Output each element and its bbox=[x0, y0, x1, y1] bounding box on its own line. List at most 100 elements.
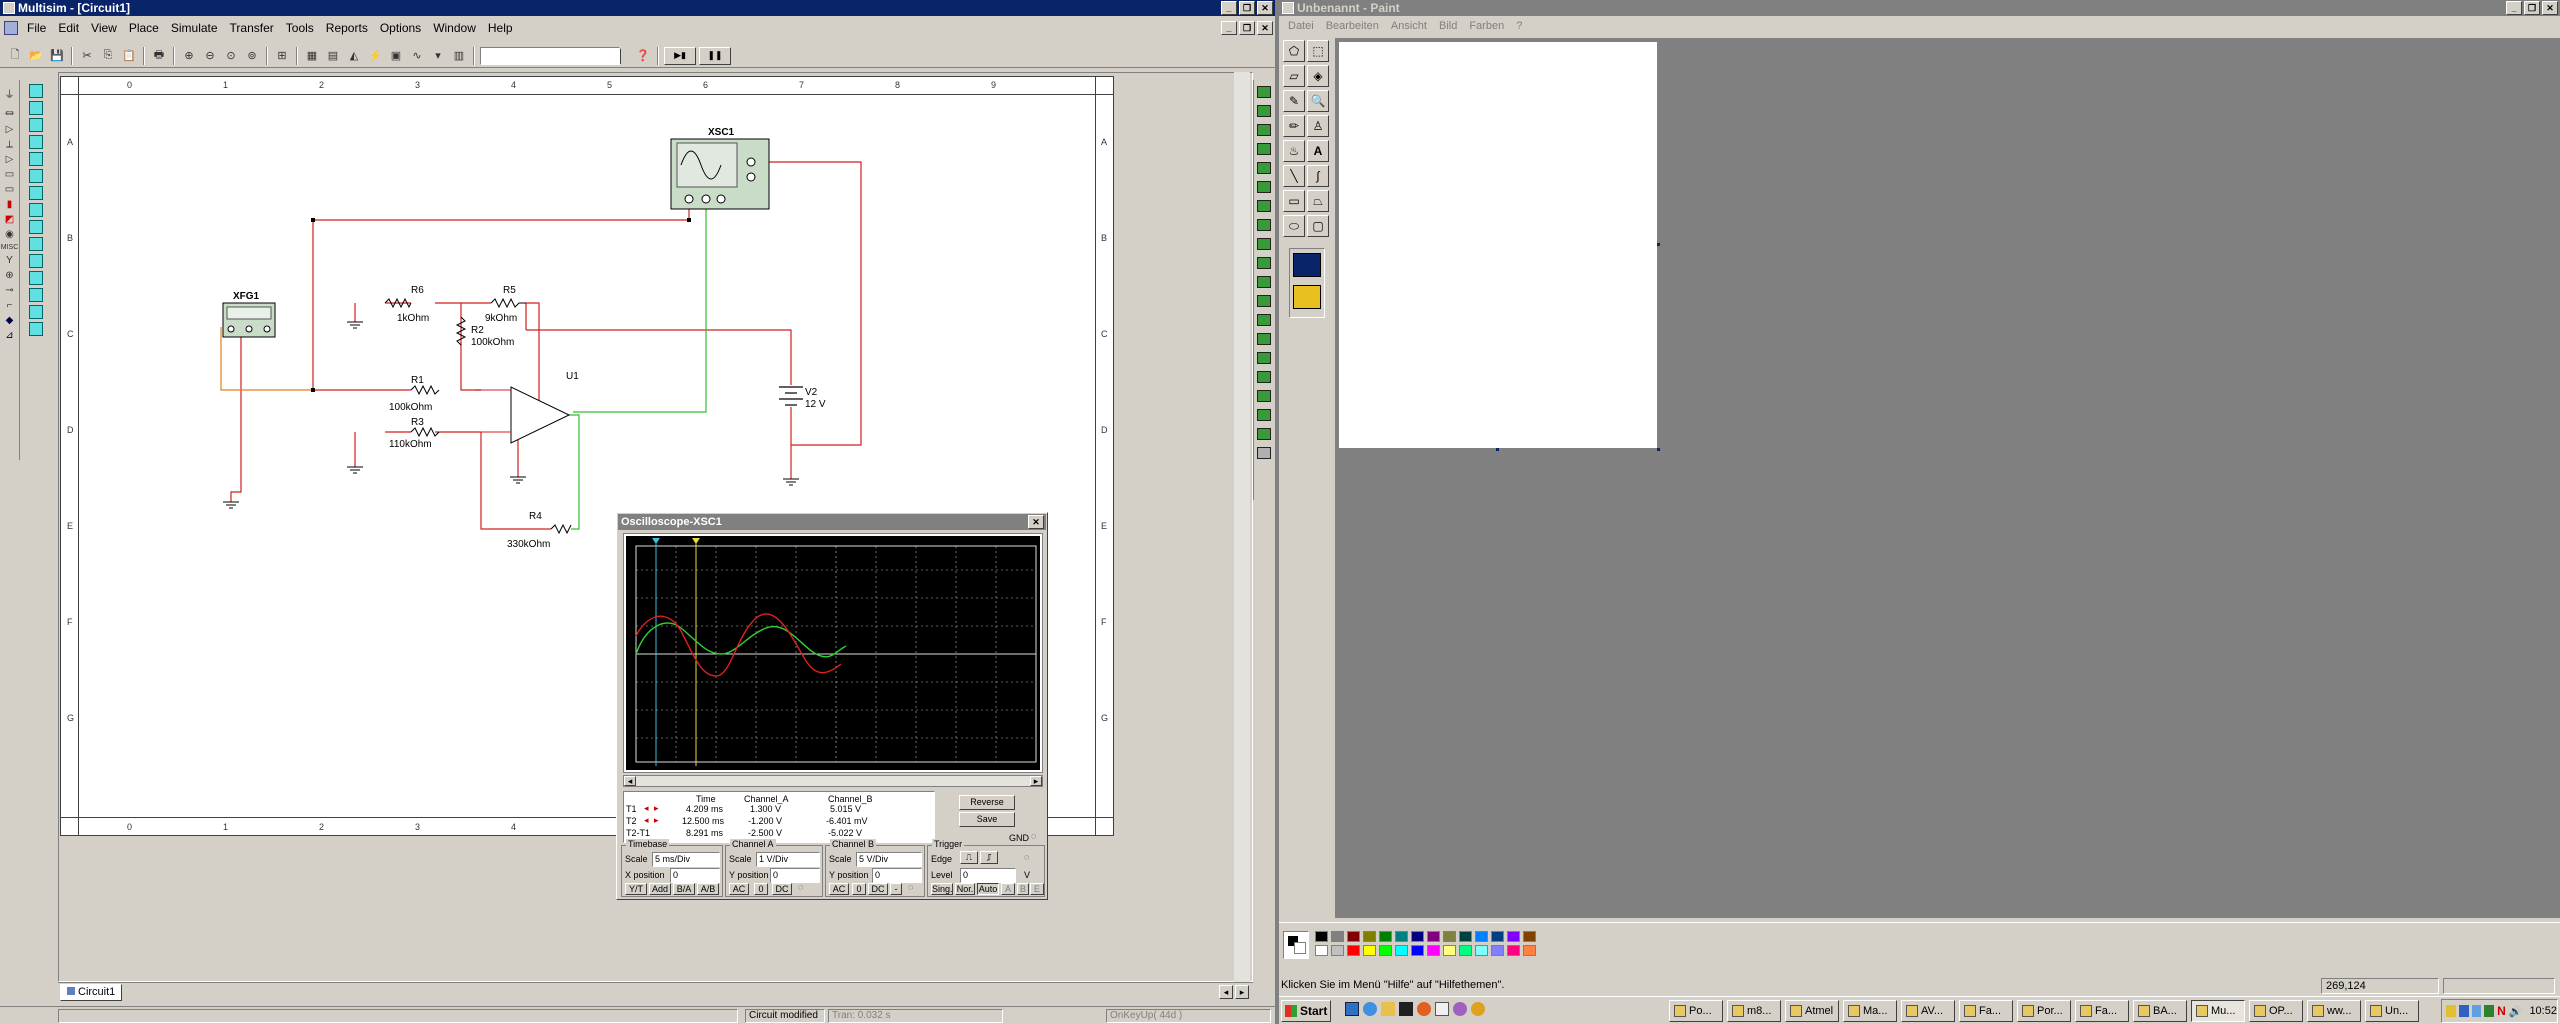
bus-entry-icon[interactable]: ⊿ bbox=[5, 330, 13, 341]
channel-b-ypos-input[interactable]: 0 bbox=[872, 868, 922, 883]
taskbar-button[interactable]: Atmel bbox=[1785, 1000, 1839, 1022]
taskbar-button[interactable]: Por... bbox=[2017, 1000, 2071, 1022]
menu-file[interactable]: File bbox=[22, 19, 51, 37]
palette-swatch[interactable] bbox=[1523, 931, 1536, 942]
text-icon[interactable]: A bbox=[1307, 140, 1329, 162]
wire-icon[interactable]: ◆ bbox=[6, 315, 14, 326]
media-icon[interactable] bbox=[1453, 1002, 1467, 1016]
trigger-auto-button[interactable]: Auto bbox=[977, 883, 999, 895]
close-button[interactable]: ✕ bbox=[1257, 1, 1273, 15]
palette-swatch[interactable] bbox=[1507, 945, 1520, 956]
menu-simulate[interactable]: Simulate bbox=[166, 19, 223, 37]
network-analyzer-icon[interactable] bbox=[29, 305, 43, 319]
save-button[interactable]: Save bbox=[959, 812, 1015, 827]
probe-icon[interactable] bbox=[29, 322, 43, 336]
channel-b-ac-button[interactable]: AC bbox=[829, 883, 849, 895]
canvas-resize-handle-right[interactable] bbox=[1657, 243, 1660, 246]
restore-button[interactable]: ❐ bbox=[1239, 1, 1255, 15]
multisim-titlebar[interactable]: Multisim - [Circuit1] _ ❐ ✕ bbox=[0, 0, 1275, 16]
taskbar-button[interactable]: Po... bbox=[1669, 1000, 1723, 1022]
color-picker-icon[interactable]: ✎ bbox=[1283, 90, 1305, 112]
tray-sound-icon[interactable]: 🔊 bbox=[2509, 1005, 2523, 1018]
zoom-in-icon[interactable]: ⊕ bbox=[180, 47, 198, 65]
palette-swatch[interactable] bbox=[1395, 945, 1408, 956]
doc-minimize-button[interactable]: _ bbox=[1221, 21, 1237, 35]
tray-icon-4[interactable] bbox=[2484, 1005, 2495, 1017]
channel-b-zero-button[interactable]: 0 bbox=[852, 883, 866, 895]
current-colors[interactable] bbox=[1283, 931, 1309, 959]
ttl-icon[interactable]: ▭ bbox=[5, 169, 14, 180]
source-icon[interactable]: ⏚ bbox=[5, 86, 15, 101]
paste-icon[interactable]: 📋 bbox=[120, 47, 138, 65]
taskbar-button[interactable]: OP... bbox=[2249, 1000, 2303, 1022]
palette-swatch[interactable] bbox=[1443, 945, 1456, 956]
magnifier-icon[interactable]: 🔍 bbox=[1307, 90, 1329, 112]
menu-place[interactable]: Place bbox=[124, 19, 164, 37]
open-icon[interactable]: 📂 bbox=[27, 47, 45, 65]
tray-icon-1[interactable] bbox=[2446, 1005, 2456, 1017]
taskbar-button[interactable]: Ma... bbox=[1843, 1000, 1897, 1022]
palette-swatch[interactable] bbox=[1427, 931, 1440, 942]
scope-scroll-left-button[interactable]: ◂ bbox=[624, 776, 636, 786]
brush-icon[interactable]: ♙ bbox=[1307, 115, 1329, 137]
multimeter-icon[interactable] bbox=[29, 84, 43, 98]
palette-swatch[interactable] bbox=[1379, 945, 1392, 956]
palette-swatch[interactable] bbox=[1347, 945, 1360, 956]
palette-swatch[interactable] bbox=[1411, 945, 1424, 956]
simulate-pause-icon[interactable]: ❚❚ bbox=[699, 46, 731, 65]
logic-analyzer-icon[interactable] bbox=[29, 220, 43, 234]
trigger-level-input[interactable]: 0 bbox=[960, 868, 1016, 883]
canvas-resize-handle-bottom[interactable] bbox=[1496, 448, 1499, 451]
mode-ba-button[interactable]: B/A bbox=[673, 883, 695, 895]
curve-icon[interactable]: ∫ bbox=[1307, 165, 1329, 187]
instrument-tektronix-icon[interactable] bbox=[1256, 371, 1271, 383]
channel-a-ypos-input[interactable]: 0 bbox=[770, 868, 820, 883]
palette-swatch[interactable] bbox=[1331, 931, 1344, 942]
print-icon[interactable]: 🖶 bbox=[150, 47, 168, 65]
palette-swatch[interactable] bbox=[1411, 931, 1424, 942]
database-icon[interactable]: ▤ bbox=[324, 47, 342, 65]
palette-swatch[interactable] bbox=[1427, 945, 1440, 956]
copy-icon[interactable]: ⎘ bbox=[99, 47, 117, 65]
mixed-icon[interactable]: ◩ bbox=[5, 214, 14, 225]
eraser-icon[interactable]: ▱ bbox=[1283, 65, 1305, 87]
tab-scroll-right-button[interactable]: ▸ bbox=[1235, 985, 1249, 999]
help-icon[interactable]: ❓ bbox=[634, 47, 652, 65]
mode-yt-button[interactable]: Y/T bbox=[625, 883, 647, 895]
scope-scrollbar[interactable]: ◂ ▸ bbox=[623, 775, 1043, 787]
distortion-analyzer-icon[interactable] bbox=[29, 271, 43, 285]
analog-icon[interactable]: ▷ bbox=[6, 154, 14, 165]
palette-swatch[interactable] bbox=[1347, 931, 1360, 942]
paint-menu-farben[interactable]: Farben bbox=[1464, 17, 1509, 35]
opaque-option-icon[interactable] bbox=[1293, 253, 1321, 277]
palette-swatch[interactable] bbox=[1363, 931, 1376, 942]
edge-rising-button[interactable]: ⎍ bbox=[960, 851, 978, 864]
frequency-counter-icon[interactable] bbox=[29, 186, 43, 200]
palette-swatch[interactable] bbox=[1459, 945, 1472, 956]
ie-icon[interactable] bbox=[1363, 1002, 1377, 1016]
instrument-multimeter-icon[interactable] bbox=[1256, 86, 1271, 98]
palette-swatch[interactable] bbox=[1491, 945, 1504, 956]
reverse-button[interactable]: Reverse bbox=[959, 795, 1015, 810]
timebase-xpos-input[interactable]: 0 bbox=[670, 868, 720, 883]
taskbar-button[interactable]: Mu... bbox=[2191, 1000, 2245, 1022]
trigger-ext-button[interactable]: E bbox=[1030, 883, 1044, 895]
grapher-icon[interactable]: ▣ bbox=[387, 47, 405, 65]
doc-restore-button[interactable]: ❐ bbox=[1239, 21, 1255, 35]
taskbar-button[interactable]: BA... bbox=[2133, 1000, 2187, 1022]
instrument-logic-icon[interactable] bbox=[1256, 238, 1271, 250]
ellipse-icon[interactable]: ⬭ bbox=[1283, 215, 1305, 237]
tray-norton-icon[interactable]: N bbox=[2497, 1004, 2506, 1018]
instrument-converter-icon[interactable] bbox=[1256, 257, 1271, 269]
palette-swatch[interactable] bbox=[1315, 945, 1328, 956]
cmos-icon[interactable]: ▭ bbox=[5, 184, 14, 195]
indicator-icon[interactable]: ◉ bbox=[5, 229, 14, 240]
menu-transfer[interactable]: Transfer bbox=[225, 19, 279, 37]
tool-options-box[interactable] bbox=[1289, 248, 1325, 318]
hierarchical-block-icon[interactable]: ⌐ bbox=[7, 300, 13, 311]
instrument-agilent-icon[interactable] bbox=[1256, 352, 1271, 364]
palette-swatch[interactable] bbox=[1475, 931, 1488, 942]
instrument-scope-icon[interactable] bbox=[1256, 143, 1271, 155]
scope-scroll-right-button[interactable]: ▸ bbox=[1030, 776, 1042, 786]
palette-swatch[interactable] bbox=[1459, 931, 1472, 942]
